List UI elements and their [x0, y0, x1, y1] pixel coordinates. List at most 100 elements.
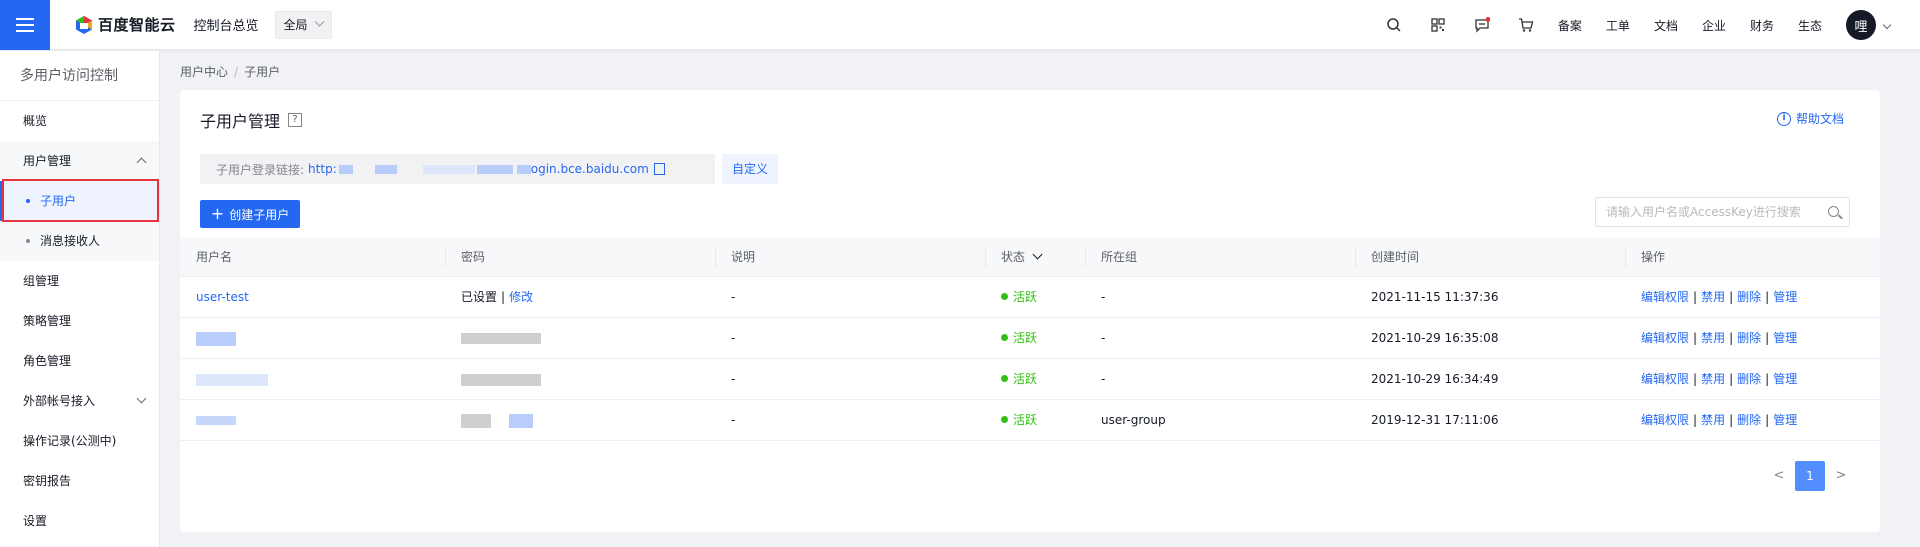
sidebar-item-operation-log[interactable]: 操作记录(公测中): [0, 421, 159, 461]
chevron-down-icon[interactable]: [1882, 20, 1892, 30]
chevron-up-icon: [136, 157, 147, 168]
edit-permission-link[interactable]: 编辑权限: [1641, 290, 1689, 304]
prev-page-button[interactable]: <: [1765, 461, 1793, 491]
sidebar-item-label: 概览: [23, 114, 48, 128]
region-selector[interactable]: 全局: [274, 10, 332, 39]
redacted-password: [461, 333, 541, 344]
search-icon[interactable]: [1828, 206, 1839, 217]
hamburger-icon: [16, 17, 34, 32]
help-doc-label: 帮助文档: [1795, 112, 1844, 126]
search-icon[interactable]: [1386, 17, 1402, 33]
breadcrumb-user-center[interactable]: 用户中心: [180, 65, 228, 79]
manage-link[interactable]: 管理: [1773, 331, 1797, 345]
top-link-docs[interactable]: 文档: [1654, 17, 1678, 34]
disable-link[interactable]: 禁用: [1701, 372, 1725, 386]
sidebar-item-overview[interactable]: 概览: [0, 101, 159, 141]
top-link-filing[interactable]: 备案: [1558, 17, 1582, 34]
sidebar-item-label: 操作记录(公测中): [23, 434, 117, 448]
disable-link[interactable]: 禁用: [1701, 413, 1725, 427]
sidebar-item-policy-management[interactable]: 策略管理: [0, 301, 159, 341]
separator: |: [1729, 331, 1734, 345]
top-link-ecosystem[interactable]: 生态: [1798, 17, 1822, 34]
console-overview-link[interactable]: 控制台总览: [194, 15, 259, 34]
delete-link[interactable]: 删除: [1737, 290, 1761, 304]
next-page-button[interactable]: >: [1827, 461, 1855, 491]
description-cell: -: [731, 331, 736, 345]
create-sub-user-button[interactable]: + 创建子用户: [200, 200, 300, 228]
sidebar-item-settings[interactable]: 设置: [0, 501, 159, 541]
top-link-ticket[interactable]: 工单: [1606, 17, 1630, 34]
redacted-username[interactable]: [196, 373, 268, 386]
status-badge: 活跃: [1013, 372, 1038, 386]
sidebar-item-group-management[interactable]: 组管理: [0, 261, 159, 301]
page-title: 子用户管理 ?: [200, 108, 303, 132]
copy-icon[interactable]: [653, 163, 665, 175]
manage-link[interactable]: 管理: [1773, 290, 1797, 304]
created-time-cell: 2021-10-29 16:34:49: [1371, 372, 1499, 386]
delete-link[interactable]: 删除: [1737, 372, 1761, 386]
password-cell: 已设置 | 修改: [445, 277, 715, 317]
username-cell: [180, 400, 445, 440]
status-badge: 活跃: [1013, 290, 1038, 304]
sidebar: 多用户访问控制 概览 用户管理 子用户 消息接收人 组管理 策略管理 角色管理 …: [0, 51, 160, 547]
top-link-finance[interactable]: 财务: [1750, 17, 1774, 34]
sidebar-item-user-management[interactable]: 用户管理: [0, 141, 159, 181]
separator: |: [1765, 290, 1770, 304]
column-header-status[interactable]: 状态: [985, 238, 1085, 276]
edit-permission-link[interactable]: 编辑权限: [1641, 413, 1689, 427]
table-row: user-test 已设置 | 修改 - 活跃 - 2021-11-15 11:37…: [180, 277, 1880, 318]
question-icon[interactable]: ?: [288, 113, 303, 127]
sidebar-item-message-receiver[interactable]: 消息接收人: [0, 221, 159, 261]
sidebar-item-role-management[interactable]: 角色管理: [0, 341, 159, 381]
password-cell: [445, 318, 715, 358]
delete-link[interactable]: 删除: [1737, 413, 1761, 427]
username-link[interactable]: user-test: [196, 290, 249, 304]
qr-code-icon[interactable]: [1430, 17, 1446, 33]
separator: |: [1693, 290, 1698, 304]
sidebar-item-external-account[interactable]: 外部帐号接入: [0, 381, 159, 421]
login-url-suffix: ogin.bce.baidu.com: [530, 162, 649, 176]
info-icon: i: [1776, 111, 1791, 126]
status-dot-icon: [1001, 416, 1008, 423]
table-row: - 活跃 user-group 2019-12-31 17:11:06 编辑权限…: [180, 400, 1880, 441]
highlight-box-sub-user: [2, 179, 159, 222]
top-link-enterprise[interactable]: 企业: [1702, 17, 1726, 34]
customize-button[interactable]: 自定义: [722, 154, 778, 184]
login-link-url[interactable]: http: ogin.bce.baidu.com: [308, 162, 649, 176]
created-time-cell: 2019-12-31 17:11:06: [1371, 413, 1499, 427]
help-doc-link[interactable]: i 帮助文档: [1776, 110, 1844, 127]
breadcrumb-separator: /: [234, 65, 239, 79]
chevron-down-icon: [136, 393, 147, 404]
password-edit-link[interactable]: 修改: [509, 290, 533, 304]
chevron-down-icon[interactable]: [1032, 249, 1043, 260]
breadcrumb-current: 子用户: [244, 65, 281, 79]
edit-permission-link[interactable]: 编辑权限: [1641, 372, 1689, 386]
search-input[interactable]: [1606, 205, 1816, 219]
shopping-cart-icon[interactable]: [1518, 17, 1534, 33]
edit-permission-link[interactable]: 编辑权限: [1641, 331, 1689, 345]
plus-icon: +: [210, 204, 225, 223]
message-icon[interactable]: [1474, 17, 1490, 33]
page-number-button[interactable]: 1: [1795, 461, 1825, 491]
redacted-username[interactable]: [196, 416, 236, 425]
sidebar-item-key-report[interactable]: 密钥报告: [0, 461, 159, 501]
baidu-cloud-logo[interactable]: 百度智能云: [74, 14, 176, 35]
disable-link[interactable]: 禁用: [1701, 331, 1725, 345]
column-header-status-label: 状态: [1001, 250, 1026, 264]
manage-link[interactable]: 管理: [1773, 372, 1797, 386]
manage-link[interactable]: 管理: [1773, 413, 1797, 427]
avatar[interactable]: 哩: [1846, 10, 1876, 40]
avatar-text: 哩: [1854, 19, 1868, 35]
redacted-block: [476, 165, 513, 174]
delete-link[interactable]: 删除: [1737, 331, 1761, 345]
hamburger-menu-button[interactable]: [0, 0, 50, 50]
group-cell: -: [1101, 331, 1106, 345]
breadcrumb: 用户中心 / 子用户: [180, 63, 280, 80]
created-time-cell: 2021-11-15 11:37:36: [1371, 290, 1499, 304]
redacted-username[interactable]: [196, 331, 236, 346]
disable-link[interactable]: 禁用: [1701, 290, 1725, 304]
status-dot-icon: [1001, 293, 1008, 300]
status-dot-icon: [1001, 375, 1008, 382]
login-link-label: 子用户登录链接:: [216, 162, 305, 177]
table-header: 用户名 密码 说明 状态 所在组 创建时间 操作: [180, 238, 1880, 277]
